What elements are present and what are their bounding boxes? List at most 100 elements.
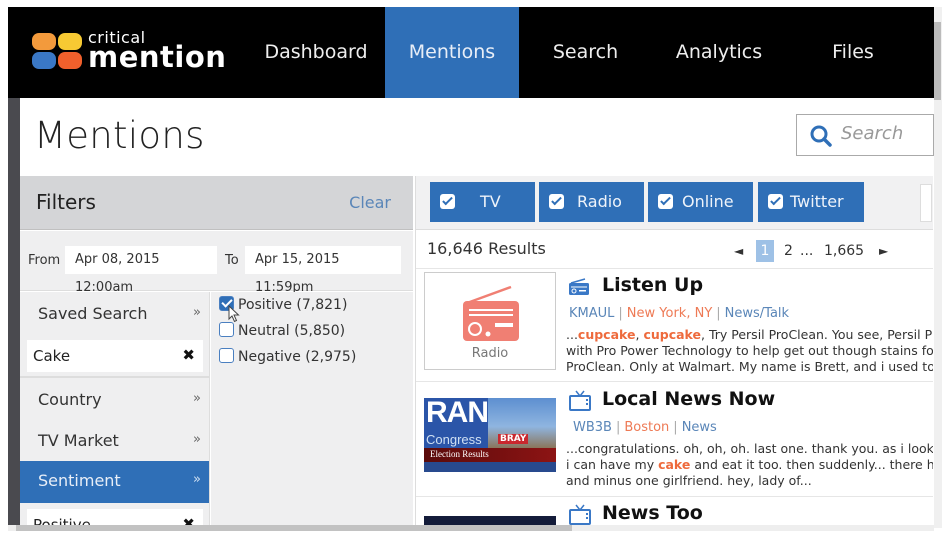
media-tab-overflow[interactable] [920, 184, 932, 222]
facet-tv-market[interactable]: TV Market » [20, 421, 209, 461]
search-input[interactable] [841, 123, 931, 144]
divider [416, 381, 933, 382]
video-thumbnail[interactable]: RAN Congress BRAY Election Results [424, 398, 556, 472]
logo-square-blue [32, 52, 56, 69]
search-box[interactable] [796, 114, 934, 156]
chevron-right-icon: » [193, 472, 201, 487]
facet-label: Sentiment [38, 471, 121, 490]
media-tab-online[interactable]: Online [648, 182, 753, 222]
left-edge-bar [8, 98, 20, 528]
thumbnail-caption: Election Results [430, 449, 489, 459]
vertical-scrollbar-thumb[interactable] [934, 22, 941, 100]
thumbnail-text: Congress [426, 432, 482, 447]
checkbox-checked [440, 194, 455, 209]
result-item[interactable]: News Too [416, 500, 933, 528]
facet-sentiment[interactable]: Sentiment » [20, 461, 209, 503]
station-link[interactable]: KMAUL [569, 306, 614, 321]
chevron-right-icon: » [193, 391, 201, 406]
station-link[interactable]: WB3B [573, 420, 612, 435]
result-item[interactable]: Radio Listen Up KMAUL | New York, NY | News/… [416, 272, 933, 380]
result-title[interactable]: Local News Now [602, 388, 775, 410]
nav-search[interactable]: Search [519, 7, 652, 98]
pager-ellipsis: ... [800, 243, 814, 259]
nav-mentions[interactable]: Mentions [385, 7, 519, 98]
tv-icon [569, 504, 591, 525]
nav-analytics[interactable]: Analytics [652, 7, 786, 98]
top-navigation: critical mention Dashboard Mentions Sear… [8, 7, 934, 98]
keyword-highlight: cupcake [577, 327, 636, 342]
media-tab-twitter[interactable]: Twitter [758, 182, 864, 222]
media-tab-radio[interactable]: Radio [539, 182, 644, 222]
app-window: critical mention Dashboard Mentions Sear… [0, 0, 948, 541]
result-snippet: ...cupcake, cupcake, Try Persil ProClean… [566, 327, 933, 374]
checkbox-unchecked[interactable] [219, 348, 234, 363]
to-date-field[interactable]: Apr 15, 2015 11:59pm [245, 246, 401, 295]
thumbnail-caption: Radio [471, 346, 509, 361]
thumbnail-sign: BRAY [498, 434, 529, 444]
nav-files[interactable]: Files [786, 7, 920, 98]
media-tab-tv[interactable]: TV [430, 182, 535, 222]
media-tab-label: Radio [577, 192, 622, 211]
thumbnail-text: RAN [426, 398, 489, 429]
search-icon[interactable] [809, 124, 833, 152]
radio-thumbnail[interactable]: Radio [424, 272, 556, 370]
market-link[interactable]: New York, NY [627, 306, 712, 321]
remove-filter-icon[interactable]: ✖ [182, 346, 195, 364]
logo-square-red [58, 52, 82, 69]
media-tab-label: Twitter [790, 192, 844, 211]
to-label: To [225, 253, 239, 268]
facet-label: TV Market [38, 431, 119, 450]
facet-label: Country [38, 390, 102, 409]
filters-header: Filters Clear [20, 176, 413, 230]
sentiment-label: Negative (2,975) [238, 349, 357, 365]
next-page-button[interactable]: ► [879, 240, 888, 262]
page-title: Mentions [34, 114, 205, 157]
active-filter-chip: Cake ✖ [27, 340, 203, 372]
prev-page-button[interactable]: ◄ [734, 240, 743, 262]
brand-logo[interactable]: critical mention [32, 28, 226, 78]
result-title[interactable]: Listen Up [602, 274, 703, 296]
from-label: From [28, 253, 61, 268]
divider [416, 268, 933, 269]
keyword-highlight: cake [658, 457, 691, 472]
logo-square-orange [32, 33, 56, 50]
page-1-button[interactable]: 1 [756, 240, 774, 262]
divider [416, 496, 933, 497]
media-tab-label: TV [480, 192, 501, 211]
market-link[interactable]: Boston [624, 420, 669, 435]
chevron-right-icon: » [193, 305, 201, 320]
checkbox-checked [768, 194, 783, 209]
filters-title: Filters [36, 190, 96, 214]
facet-label: Saved Search [38, 304, 148, 323]
facet-list: Saved Search » Cake ✖ Country » TV Marke… [20, 292, 210, 541]
result-meta: KMAUL | New York, NY | News/Talk [569, 306, 790, 321]
from-date-field[interactable]: Apr 08, 2015 12:00am [65, 246, 217, 295]
genre-link[interactable]: News/Talk [725, 306, 789, 321]
nav-dashboard[interactable]: Dashboard [248, 7, 384, 98]
result-snippet: ...congratulations. oh, oh, oh. last one… [566, 441, 933, 488]
media-type-tabs: TV Radio Online Twitter [416, 176, 933, 230]
page-2-button[interactable]: 2 [784, 240, 793, 262]
sentiment-negative[interactable]: Negative (2,975) [219, 348, 356, 368]
keyword-highlight: cupcake [643, 327, 701, 342]
logo-square-yellow [58, 33, 82, 50]
chip-label: Cake [33, 347, 71, 365]
media-tab-label: Online [682, 192, 734, 211]
chevron-right-icon: » [193, 432, 201, 447]
horizontal-scrollbar-thumb[interactable] [16, 525, 572, 531]
result-title[interactable]: News Too [602, 502, 703, 524]
tv-icon [569, 390, 591, 411]
results-count: 16,646 Results [427, 239, 546, 258]
clear-filters-link[interactable]: Clear [349, 193, 391, 212]
logo-text-mention: mention [88, 40, 227, 74]
facet-country[interactable]: Country » [20, 380, 209, 420]
genre-link[interactable]: News [682, 420, 717, 435]
radio-small-icon [569, 278, 589, 295]
last-page-button[interactable]: 1,665 [824, 240, 864, 262]
divider [20, 376, 209, 378]
radio-icon [463, 285, 519, 341]
result-item[interactable]: RAN Congress BRAY Election Results Local… [416, 386, 933, 496]
sentiment-label: Positive (7,821) [238, 297, 348, 313]
facet-saved-search[interactable]: Saved Search » [20, 294, 209, 334]
result-meta: WB3B | Boston | News [573, 420, 717, 435]
